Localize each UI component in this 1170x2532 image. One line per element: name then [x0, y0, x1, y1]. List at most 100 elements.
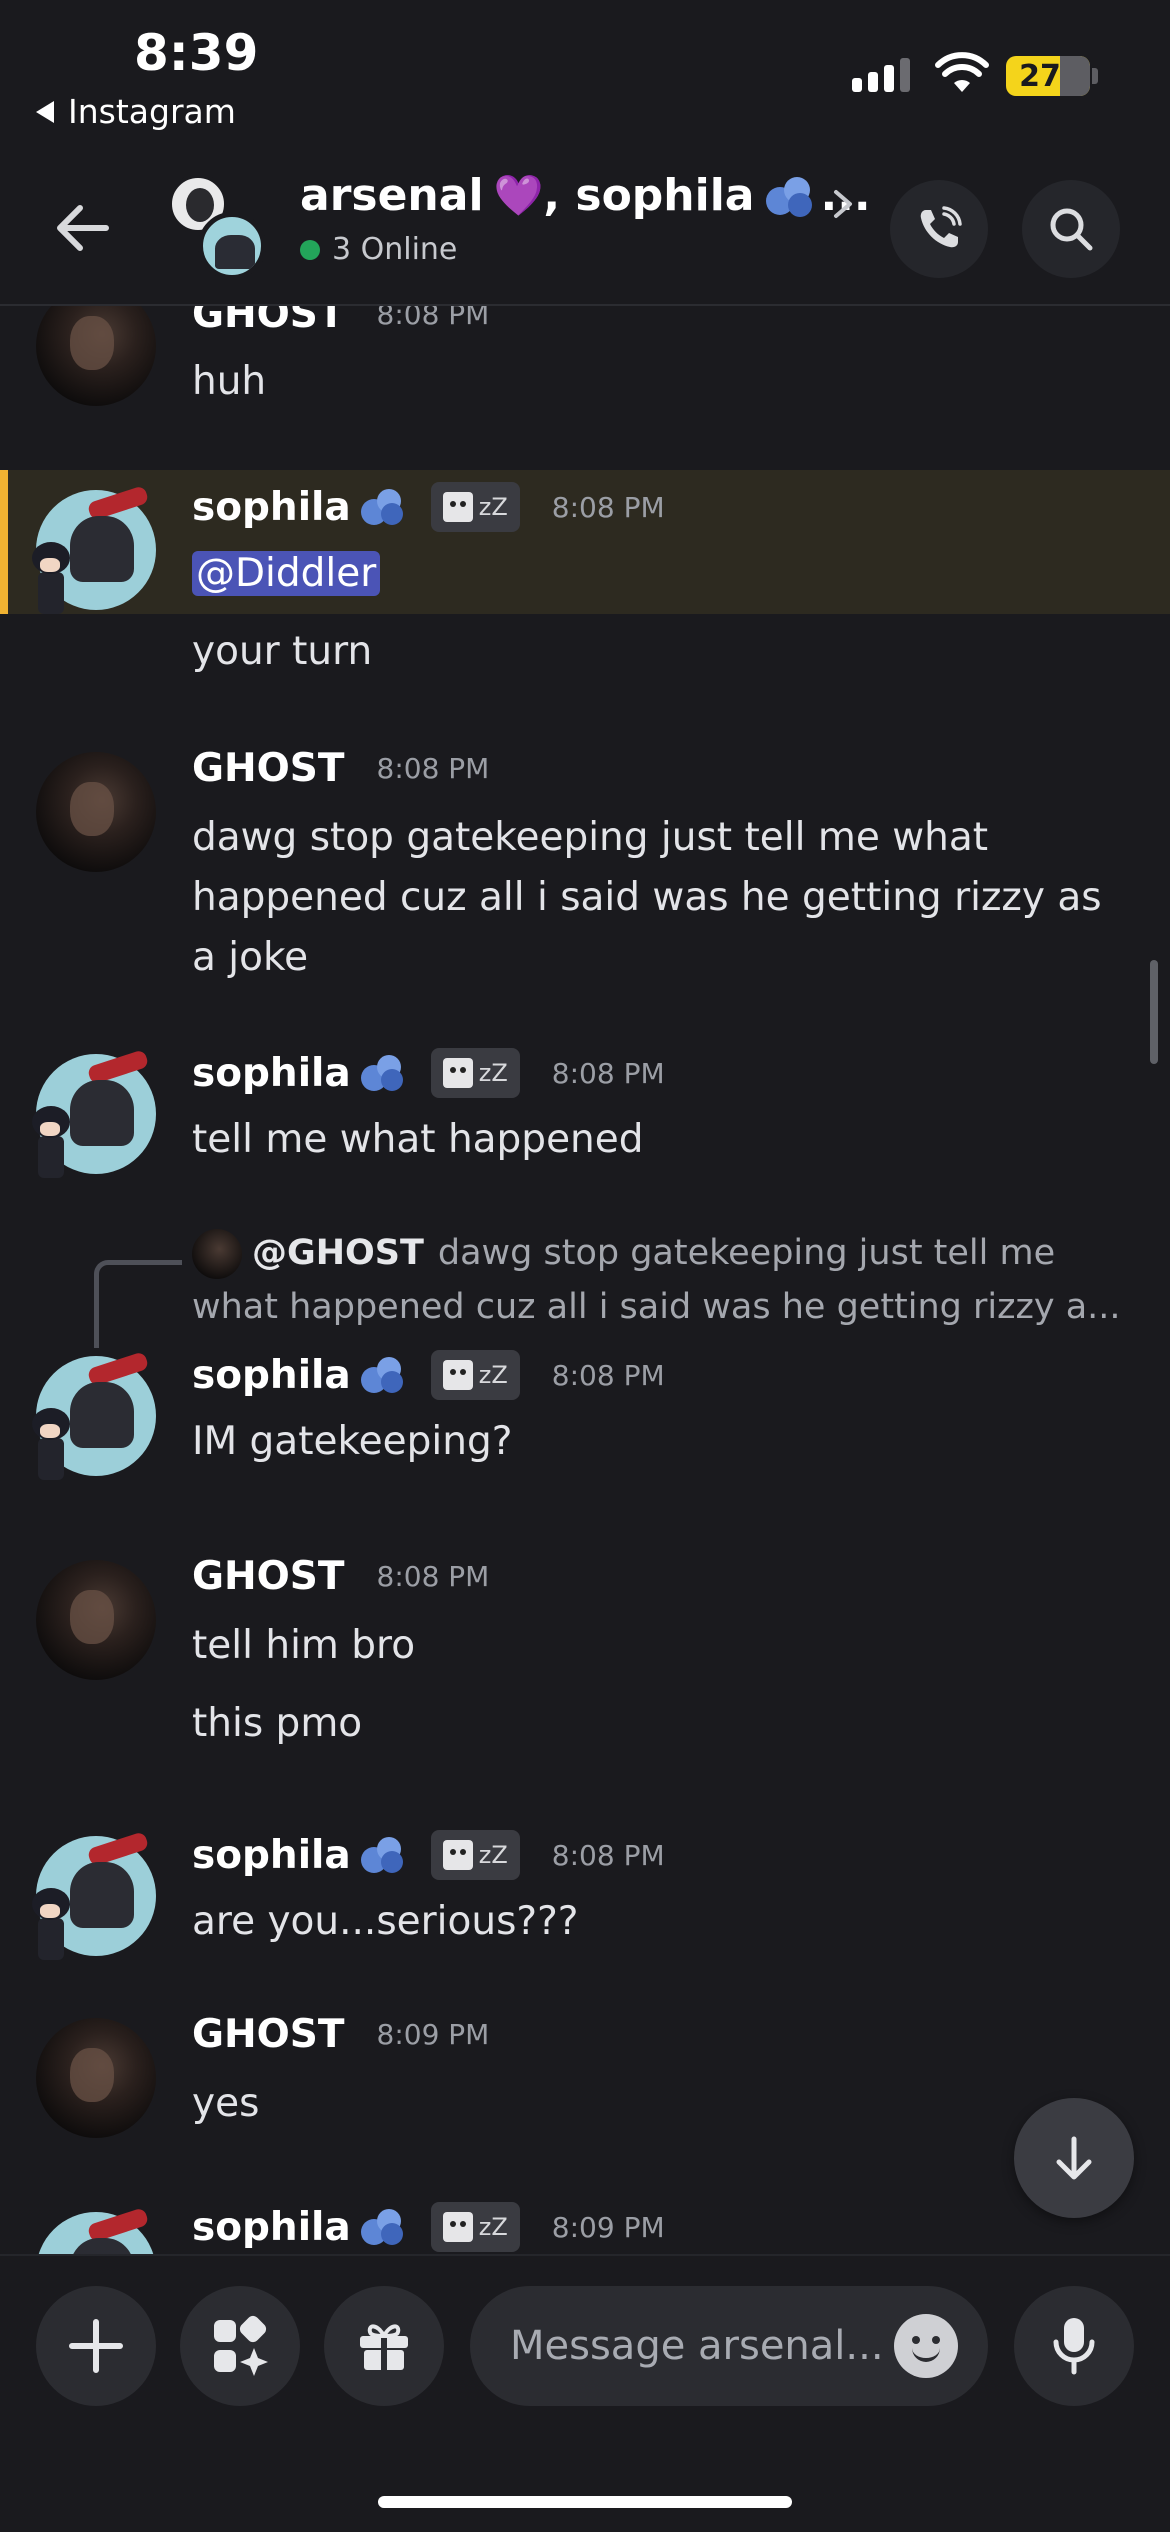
gift-button[interactable]	[324, 2286, 444, 2406]
message-composer	[0, 2254, 1170, 2532]
server-tag-badge[interactable]: zZ	[430, 482, 520, 532]
message-group[interactable]: GHOST 8:08 PM huh	[0, 306, 1170, 456]
avatar-sophila[interactable]	[32, 1351, 156, 1480]
message-timestamp: 8:09 PM	[551, 2210, 665, 2244]
server-tag-text: zZ	[478, 1059, 508, 1087]
message-group[interactable]: sophila zZ 8:08 PM are you...serious???	[0, 1822, 1170, 1962]
avatar-ghost[interactable]	[36, 2018, 156, 2138]
message-text: tell him bro	[192, 1623, 416, 1668]
blueberries-icon	[359, 1353, 409, 1397]
server-tag-text: zZ	[478, 1361, 508, 1389]
apps-button[interactable]	[180, 2286, 300, 2406]
message-timestamp: 8:08 PM	[376, 306, 490, 331]
search-icon	[1050, 208, 1093, 251]
back-arrow-icon[interactable]	[52, 196, 116, 260]
reply-avatar	[192, 1229, 242, 1279]
message-group[interactable]: sophila zZ 8:08 PM @Diddler your turn	[0, 470, 1170, 700]
reply-connector	[94, 1260, 182, 1348]
message-author[interactable]: sophila zZ 8:08 PM	[192, 1048, 665, 1098]
author-name: GHOST	[192, 306, 345, 337]
voice-message-button[interactable]	[1014, 2286, 1134, 2406]
channel-title[interactable]: arsenal 💜 , sophila ...	[300, 170, 871, 221]
voice-call-button[interactable]	[890, 180, 988, 278]
message-timestamp: 8:09 PM	[376, 2018, 490, 2051]
blueberries-icon	[764, 173, 816, 219]
author-name: sophila	[192, 1050, 351, 1096]
user-mention[interactable]: @Diddler	[192, 551, 381, 596]
avatar-sophila[interactable]	[32, 1831, 156, 1960]
author-name: sophila	[192, 1352, 351, 1398]
avatar-sophila[interactable]	[32, 1049, 156, 1178]
chevron-right-icon[interactable]	[830, 184, 856, 224]
channel-title-part-2: , sophila	[543, 170, 755, 221]
message-timestamp: 8:08 PM	[551, 1056, 665, 1090]
battery-level: 27	[1019, 58, 1061, 94]
search-button[interactable]	[1022, 180, 1120, 278]
message-text: huh	[192, 359, 267, 404]
blueberries-icon	[359, 1051, 409, 1095]
online-dot-icon	[300, 239, 320, 260]
server-tag-badge[interactable]: zZ	[430, 1350, 520, 1400]
server-tag-badge[interactable]: zZ	[430, 1830, 520, 1880]
message-author[interactable]: sophila zZ 8:08 PM	[192, 1350, 665, 1400]
message-group[interactable]: @GHOST dawg stop gatekeeping just tell me…	[0, 1226, 1170, 1486]
message-author[interactable]: GHOST 8:08 PM	[192, 1554, 489, 1599]
avatar-sophila[interactable]	[32, 485, 156, 614]
avatar-ghost[interactable]	[36, 306, 156, 406]
message-text: tell me what happened	[192, 1117, 644, 1162]
plus-icon	[69, 2319, 123, 2373]
message-author[interactable]: sophila zZ 8:08 PM	[192, 1830, 665, 1880]
gift-icon	[360, 2324, 408, 2370]
home-indicator[interactable]	[378, 2496, 792, 2508]
status-bar: 8:39 Instagram 27	[0, 0, 1170, 150]
battery-nub	[1092, 68, 1098, 84]
message-group[interactable]: sophila zZ 8:09 PM	[0, 2198, 1170, 2254]
avatar-ghost[interactable]	[36, 752, 156, 872]
message-timestamp: 8:08 PM	[376, 1560, 490, 1593]
arrow-down-icon	[1056, 2136, 1092, 2180]
message-timestamp: 8:08 PM	[551, 1358, 665, 1392]
message-author[interactable]: sophila zZ 8:09 PM	[192, 2202, 665, 2252]
emoji-icon[interactable]	[894, 2314, 958, 2378]
channel-title-part-1: arsenal	[300, 170, 484, 221]
blueberries-icon	[359, 1833, 409, 1877]
scrollbar-thumb[interactable]	[1150, 960, 1158, 1064]
message-group[interactable]: GHOST 8:09 PM yes	[0, 2006, 1170, 2146]
server-tag-badge[interactable]: zZ	[430, 2202, 520, 2252]
message-text: your turn	[192, 629, 373, 674]
add-attachment-button[interactable]	[36, 2286, 156, 2406]
message-group[interactable]: GHOST 8:08 PM tell him bro this pmo	[0, 1546, 1170, 1766]
server-tag-text: zZ	[478, 1841, 508, 1869]
message-author[interactable]: GHOST 8:08 PM	[192, 746, 489, 791]
message-list[interactable]: GHOST 8:08 PM huh sophila zZ 8:08 PM @Di…	[0, 306, 1170, 2254]
message-author[interactable]: sophila zZ 8:08 PM	[192, 482, 665, 532]
jump-to-present-button[interactable]	[1014, 2098, 1134, 2218]
message-text: IM gatekeeping?	[192, 1419, 513, 1464]
message-input-container[interactable]	[470, 2286, 988, 2406]
message-author[interactable]: GHOST 8:08 PM	[192, 306, 489, 337]
avatar-sophila[interactable]	[36, 2207, 156, 2254]
message-group[interactable]: GHOST 8:08 PM dawg stop gatekeeping just…	[0, 736, 1170, 980]
server-tag-text: zZ	[478, 2213, 508, 2241]
message-text: @Diddler	[192, 544, 1122, 604]
author-name: sophila	[192, 484, 351, 530]
blueberries-icon	[359, 2205, 409, 2249]
channel-header: arsenal 💜 , sophila ... 3 Online	[0, 150, 1170, 306]
message-input[interactable]	[510, 2286, 880, 2406]
back-to-app-link[interactable]: Instagram	[36, 92, 236, 131]
skull-icon	[442, 1840, 473, 1870]
phone-icon	[920, 206, 962, 248]
message-timestamp: 8:08 PM	[551, 1838, 665, 1872]
message-group[interactable]: sophila zZ 8:08 PM tell me what happened	[0, 1040, 1170, 1180]
avatar-ghost[interactable]	[36, 1560, 156, 1680]
server-tag-badge[interactable]: zZ	[430, 1048, 520, 1098]
group-avatar[interactable]	[168, 174, 268, 280]
message-text: yes	[192, 2081, 260, 2126]
message-text: this pmo	[192, 1701, 363, 1746]
author-name: sophila	[192, 2204, 351, 2250]
online-count: 3 Online	[332, 232, 458, 267]
message-author[interactable]: GHOST 8:09 PM	[192, 2012, 489, 2057]
reply-preview[interactable]: @GHOST dawg stop gatekeeping just tell me…	[192, 1226, 1122, 1334]
apps-icon	[214, 2315, 268, 2376]
skull-icon	[442, 1360, 473, 1390]
